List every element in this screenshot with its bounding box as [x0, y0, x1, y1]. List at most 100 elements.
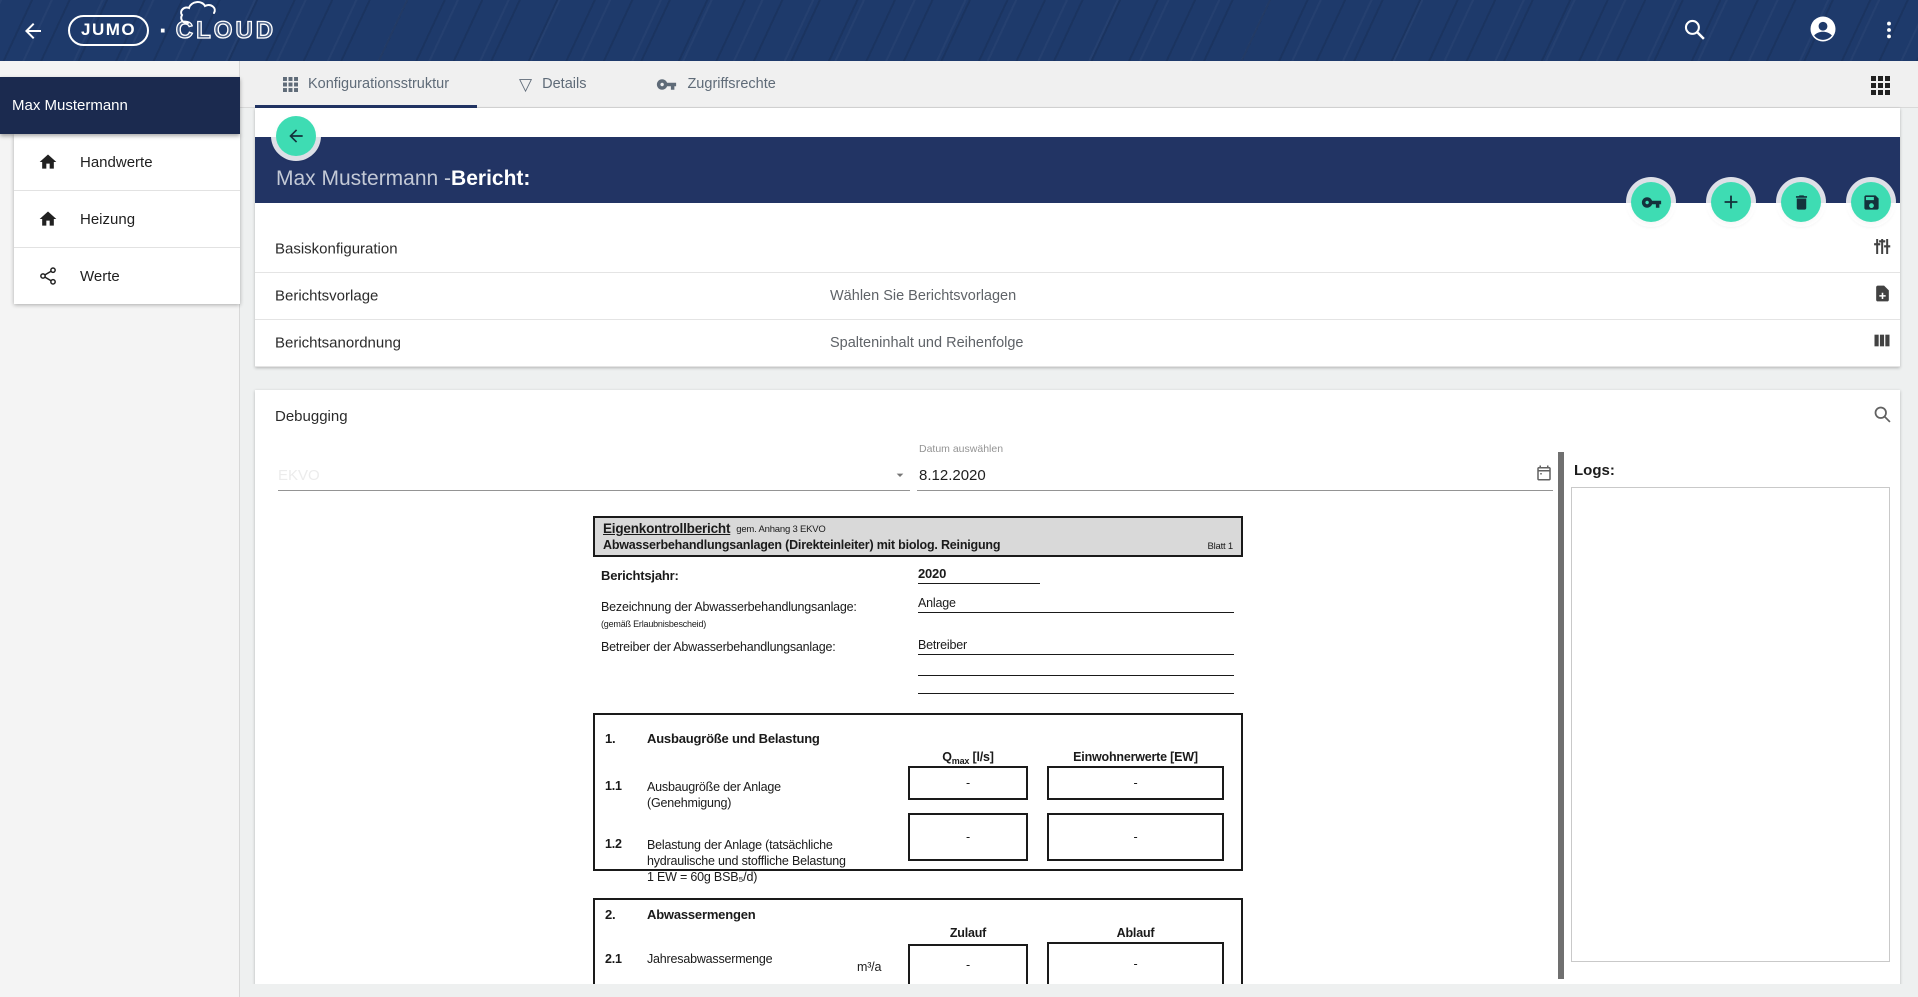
bottom-strip [240, 984, 1918, 997]
sidebar-header: Max Mustermann [0, 77, 240, 134]
row-label: Belastung der Anlage (tatsächliche hydra… [647, 837, 846, 885]
funnel-icon: ▽ [519, 76, 532, 93]
tab-konfigurationsstruktur[interactable]: Konfigurationsstruktur [255, 61, 477, 107]
plant-note: (gemäß Erlaubnisbescheid) [601, 619, 706, 629]
sidebar-item-label: Heizung [80, 211, 135, 228]
report-title-suffix: gem. Anhang 3 EKVO [736, 524, 825, 536]
add-fab[interactable] [1711, 182, 1751, 222]
jumo-logo: JUMO [68, 15, 149, 46]
sidebar-item-label: Werte [80, 268, 120, 285]
row-label: Jahresabwassermenge [647, 952, 772, 966]
trash-icon [1792, 193, 1811, 212]
sidebar-item-heizung[interactable]: Heizung [14, 191, 240, 248]
col-head-qmax: Qmax [l/s] [908, 750, 1028, 766]
search-icon[interactable] [1682, 17, 1707, 47]
page-title: Bericht: [451, 167, 530, 191]
date-picker-field[interactable]: Datum auswählen 8.12.2020 [917, 460, 1553, 491]
share-icon [38, 266, 58, 286]
row-number: 2.1 [605, 952, 622, 966]
row-berichtsvorlage[interactable]: Berichtsvorlage Wählen Sie Berichtsvorla… [255, 273, 1900, 320]
sidebar-item-handwerte[interactable]: Handwerte [14, 134, 240, 191]
account-icon[interactable] [1808, 14, 1838, 49]
delete-fab[interactable] [1781, 182, 1821, 222]
template-select[interactable]: EKVO [278, 460, 910, 491]
logs-output [1571, 487, 1890, 962]
report-section-1: 1. Ausbaugröße und Belastung Qmax [l/s] … [593, 713, 1243, 871]
preview-scrollbar[interactable] [1558, 452, 1564, 979]
search-icon[interactable] [1872, 404, 1893, 430]
tab-strip: Konfigurationsstruktur ▽ Details Zugriff… [240, 61, 1918, 108]
col-head-zulauf: Zulauf [908, 926, 1028, 940]
permissions-fab[interactable] [1631, 182, 1671, 222]
tab-label: Details [542, 76, 586, 92]
brand-separator: · [159, 15, 168, 46]
template-select-value: EKVO [278, 467, 320, 484]
plant-label: Bezeichnung der Abwasserbehandlungsanlag… [601, 600, 857, 614]
logs-label: Logs: [1574, 462, 1615, 479]
row-number: 1.1 [605, 779, 622, 793]
plant-value: Anlage [918, 596, 1234, 613]
tab-label: Konfigurationsstruktur [308, 76, 449, 92]
section-number: 1. [605, 731, 615, 746]
report-sheet-number: Blatt 1 [1207, 541, 1233, 552]
section-title: Abwassermengen [647, 907, 755, 922]
save-fab[interactable] [1851, 182, 1891, 222]
section-number: 2. [605, 907, 615, 922]
home-icon [38, 209, 58, 229]
back-fab[interactable] [276, 116, 316, 156]
grid-view-button[interactable] [1871, 76, 1890, 100]
grid-icon [283, 77, 298, 92]
operator-extra-line [918, 674, 1234, 676]
value-cell: - [1047, 942, 1224, 986]
row-value: Wählen Sie Berichtsvorlagen [830, 288, 1016, 304]
cloud-outline-icon [178, 0, 274, 27]
date-picker-value: 8.12.2020 [919, 467, 986, 484]
sidebar-item-werte[interactable]: Werte [14, 248, 240, 304]
value-cell: - [1047, 813, 1224, 861]
value-cell: - [908, 813, 1028, 861]
section-title: Ausbaugröße und Belastung [647, 731, 820, 746]
tab-label: Zugriffsrechte [687, 76, 775, 92]
columns-icon[interactable] [1872, 331, 1892, 356]
row-label: Berichtsanordnung [275, 335, 401, 352]
report-section-2: 2. Abwassermengen Zulauf Ablauf 2.1 Jahr… [593, 898, 1243, 997]
top-bar: JUMO · CLOUD [0, 0, 1918, 61]
value-cell: - [908, 944, 1028, 986]
configuration-card: Max Mustermann - Bericht: Basiskonfigura… [255, 108, 1900, 367]
sidebar-item-label: Handwerte [80, 154, 153, 171]
key-icon [656, 74, 677, 95]
chevron-down-icon [892, 467, 908, 488]
report-title: Eigenkontrollbericht [603, 521, 730, 536]
row-label: Basiskonfiguration [275, 241, 398, 258]
back-arrow-icon[interactable] [18, 16, 48, 46]
kebab-menu-icon[interactable] [1878, 17, 1900, 48]
plus-icon [1720, 191, 1742, 213]
tune-sliders-icon[interactable] [1872, 237, 1892, 262]
value-cell: - [1047, 766, 1224, 800]
note-add-icon[interactable] [1873, 284, 1892, 308]
debugging-card: Debugging EKVO Datum auswählen 8.12.2020… [255, 390, 1900, 997]
row-basiskonfiguration[interactable]: Basiskonfiguration [255, 226, 1900, 273]
row-label: Ausbaugröße der Anlage (Genehmigung) [647, 779, 781, 811]
config-rows: Basiskonfiguration Berichtsvorlage Wähle… [255, 226, 1900, 367]
row-berichtsanordnung[interactable]: Berichtsanordnung Spalteninhalt und Reih… [255, 320, 1900, 367]
debugging-title: Debugging [275, 408, 348, 425]
calendar-icon[interactable] [1535, 464, 1553, 487]
save-icon [1862, 193, 1881, 212]
cloud-logo: CLOUD [176, 17, 276, 45]
operator-label: Betreiber der Abwasserbehandlungsanlage: [601, 640, 836, 654]
tab-zugriffsrechte[interactable]: Zugriffsrechte [628, 61, 803, 107]
back-arrow-icon [286, 126, 306, 146]
tab-details[interactable]: ▽ Details [491, 61, 614, 107]
row-unit: m³/a [857, 960, 881, 974]
year-label: Berichtsjahr: [601, 568, 679, 583]
row-label: Berichtsvorlage [275, 288, 378, 305]
report-subtitle: Abwasserbehandlungsanlagen (Direkteinlei… [603, 538, 1000, 552]
operator-value: Betreiber [918, 638, 1234, 655]
report-header: Eigenkontrollbericht gem. Anhang 3 EKVO … [593, 516, 1243, 557]
operator-extra-line [918, 692, 1234, 694]
page-title-prefix: Max Mustermann - [276, 167, 451, 191]
home-icon [38, 152, 58, 172]
jumo-cloud-app: JUMO · CLOUD Max Mustermann Handwerte He… [0, 0, 1918, 997]
row-value: Spalteninhalt und Reihenfolge [830, 335, 1023, 351]
